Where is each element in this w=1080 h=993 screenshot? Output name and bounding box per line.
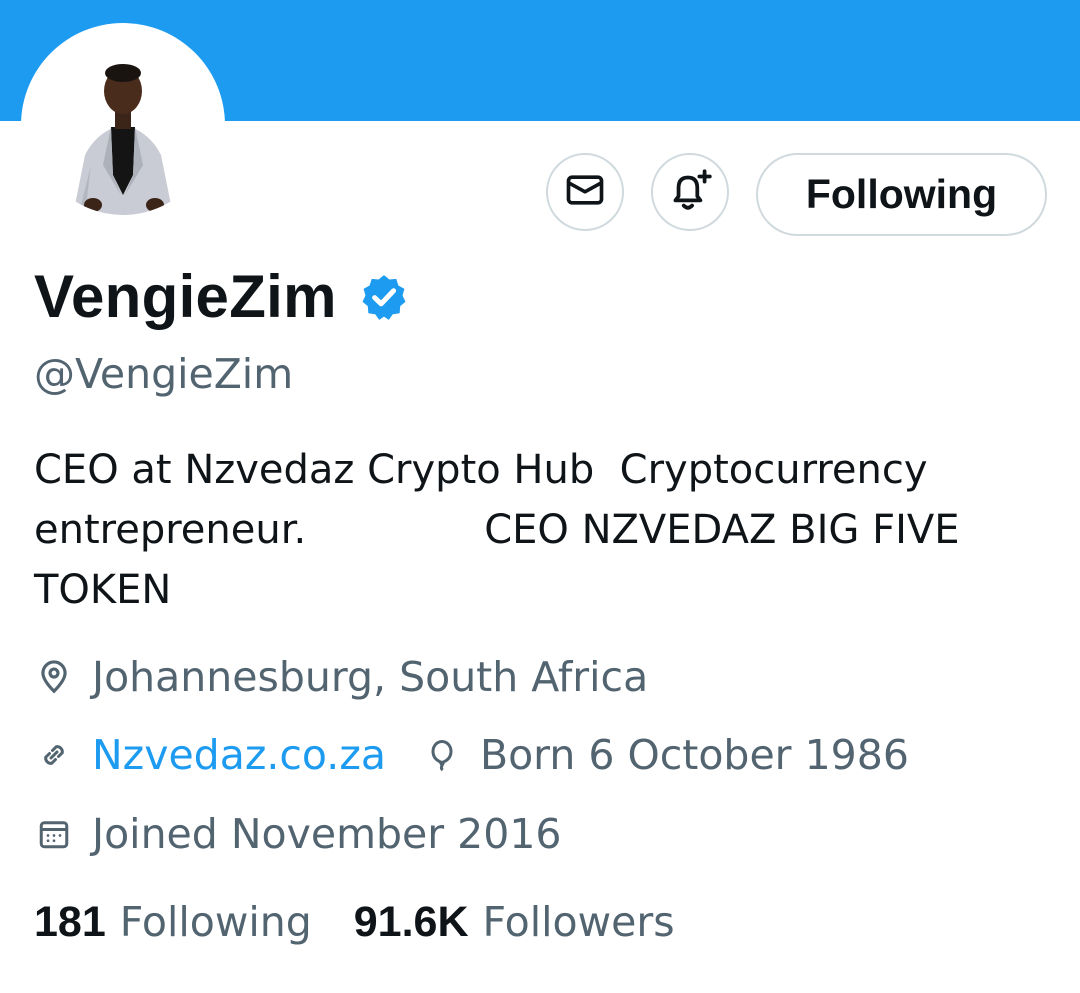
bio-line: CEO at Nzvedaz Crypto Hub Cryptocurrency <box>34 447 928 493</box>
joined-text: Joined November 2016 <box>92 810 562 858</box>
location-row: Johannesburg, South Africa <box>34 653 648 701</box>
bell-plus-icon <box>665 165 715 219</box>
followers-label: Followers <box>482 898 675 946</box>
display-name: VengieZim <box>34 263 337 330</box>
website-birthday-row: Nzvedaz.co.za Born 6 October 1986 <box>34 731 909 779</box>
following-stat[interactable]: 181 Following <box>34 898 312 947</box>
balloon-icon <box>422 735 462 775</box>
following-label: Following <box>119 898 312 946</box>
avatar-border <box>21 23 225 227</box>
verified-badge-icon[interactable] <box>359 272 409 322</box>
followers-stat[interactable]: 91.6K Followers <box>354 898 675 947</box>
location-pin-icon <box>34 657 74 697</box>
calendar-icon <box>34 814 74 854</box>
message-button[interactable] <box>546 153 624 231</box>
location-text: Johannesburg, South Africa <box>92 653 649 701</box>
envelope-icon <box>563 168 607 216</box>
birthday-text: Born 6 October 1986 <box>479 731 909 779</box>
bio-line: entrepreneur. CEO NZVEDAZ BIG FIVE <box>34 507 960 553</box>
follow-stats: 181 Following 91.6K Followers <box>34 898 675 947</box>
avatar[interactable] <box>33 35 213 215</box>
profile-bio: CEO at Nzvedaz Crypto Hub Cryptocurrency… <box>34 440 1044 620</box>
profile-handle: @VengieZim <box>34 350 294 398</box>
bio-line: TOKEN <box>34 567 172 613</box>
website-link[interactable]: Nzvedaz.co.za <box>92 731 386 779</box>
notifications-button[interactable] <box>651 153 729 231</box>
following-button[interactable]: Following <box>756 153 1047 236</box>
followers-count: 91.6K <box>353 898 469 946</box>
name-row: VengieZim <box>34 262 409 331</box>
joined-row: Joined November 2016 <box>34 810 562 858</box>
following-count: 181 <box>34 898 106 946</box>
link-icon <box>34 735 74 775</box>
